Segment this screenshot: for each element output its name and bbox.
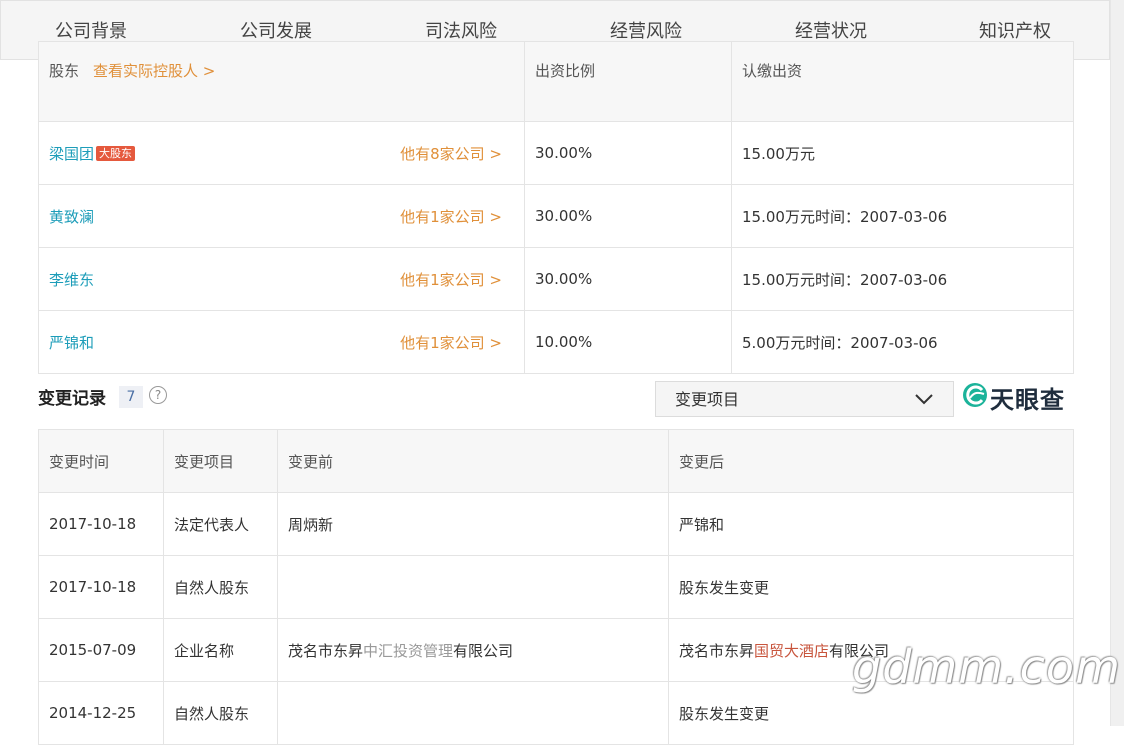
- site-watermark: gdmm.com: [852, 640, 1121, 694]
- amount-cell: 15.00万元时间：2007-03-06: [731, 247, 1074, 311]
- change-item-cell: 自然人股东: [163, 681, 278, 745]
- header-before: 变更前: [277, 429, 669, 493]
- change-item-cell: 企业名称: [163, 618, 278, 682]
- table-row: 李维东 他有1家公司 > 30.00% 15.00万元时间：2007-03-06: [38, 247, 1074, 311]
- header-shareholder-label: 股东: [49, 62, 80, 80]
- after-text-highlight: 国贸大酒店: [754, 641, 830, 660]
- before-text-suffix: 有限公司: [453, 641, 514, 660]
- ratio-cell: 30.00%: [524, 247, 732, 311]
- amount-cell: 15.00万元时间：2007-03-06: [731, 184, 1074, 248]
- view-controller-link[interactable]: 查看实际控股人 >: [93, 62, 215, 80]
- before-text-prefix: 茂名市东昇: [288, 641, 364, 660]
- shareholder-companies-link[interactable]: 他有1家公司 >: [400, 332, 502, 353]
- change-time-cell: 2017-10-18: [38, 492, 164, 556]
- change-time-cell: 2017-10-18: [38, 555, 164, 619]
- table-row: 2017-10-18 自然人股东 股东发生变更: [38, 555, 1074, 619]
- after-cell: 股东发生变更: [668, 555, 1074, 619]
- before-cell: 茂名市东昇中汇投资管理有限公司: [277, 618, 669, 682]
- before-text-highlight: 中汇投资管理: [363, 641, 454, 660]
- header-amount: 认缴出资: [731, 41, 1074, 122]
- table-header-row: 变更时间 变更项目 变更前 变更后: [38, 429, 1074, 493]
- logo-text: 天眼查: [990, 386, 1065, 414]
- change-count-badge: 7: [119, 386, 143, 408]
- help-icon[interactable]: ?: [149, 386, 167, 404]
- shareholder-companies-link[interactable]: 他有1家公司 >: [400, 206, 502, 227]
- select-value: 变更项目: [675, 390, 740, 409]
- table-row: 梁国团 大股东 他有8家公司 > 30.00% 15.00万元: [38, 121, 1074, 185]
- before-cell: [277, 681, 669, 745]
- table-row: 2017-10-18 法定代表人 周炳新 严锦和: [38, 492, 1074, 556]
- shareholder-cell: 李维东 他有1家公司 >: [38, 247, 525, 311]
- shareholder-name-link[interactable]: 李维东: [49, 271, 94, 289]
- before-cell: [277, 555, 669, 619]
- header-change-time: 变更时间: [38, 429, 164, 493]
- change-time-cell: 2015-07-09: [38, 618, 164, 682]
- logo-icon: [963, 383, 987, 407]
- header-change-item: 变更项目: [163, 429, 278, 493]
- table-header-row: 股东 查看实际控股人 > 出资比例 认缴出资: [38, 41, 1074, 122]
- shareholder-cell: 严锦和 他有1家公司 >: [38, 310, 525, 374]
- table-row: 严锦和 他有1家公司 > 10.00% 5.00万元时间：2007-03-06: [38, 310, 1074, 374]
- after-text-prefix: 茂名市东昇: [679, 641, 755, 660]
- change-records-table: 变更时间 变更项目 变更前 变更后 2017-10-18 法定代表人 周炳新 严…: [38, 429, 1074, 745]
- change-item-select[interactable]: 变更项目: [655, 381, 954, 417]
- amount-cell: 5.00万元时间：2007-03-06: [731, 310, 1074, 374]
- shareholder-name-link[interactable]: 严锦和: [49, 334, 94, 352]
- change-time-cell: 2014-12-25: [38, 681, 164, 745]
- before-cell: 周炳新: [277, 492, 669, 556]
- ratio-cell: 30.00%: [524, 184, 732, 248]
- after-cell: 严锦和: [668, 492, 1074, 556]
- change-item-cell: 自然人股东: [163, 555, 278, 619]
- change-records-title: 变更记录: [38, 389, 106, 409]
- chevron-down-icon: [915, 394, 933, 405]
- amount-cell: 15.00万元: [731, 121, 1074, 185]
- change-item-cell: 法定代表人: [163, 492, 278, 556]
- table-row: 黄致澜 他有1家公司 > 30.00% 15.00万元时间：2007-03-06: [38, 184, 1074, 248]
- shareholder-cell: 梁国团 大股东 他有8家公司 >: [38, 121, 525, 185]
- shareholder-companies-link[interactable]: 他有8家公司 >: [400, 143, 502, 164]
- shareholder-name-link[interactable]: 黄致澜: [49, 208, 94, 226]
- header-after: 变更后: [668, 429, 1074, 493]
- major-shareholder-badge: 大股东: [96, 145, 136, 161]
- shareholder-companies-link[interactable]: 他有1家公司 >: [400, 269, 502, 290]
- ratio-cell: 30.00%: [524, 121, 732, 185]
- scrollbar[interactable]: [1110, 0, 1124, 726]
- header-shareholder: 股东 查看实际控股人 >: [38, 41, 525, 122]
- shareholders-table: 股东 查看实际控股人 > 出资比例 认缴出资 梁国团 大股东 他有8家公司 > 30…: [38, 41, 1074, 374]
- header-ratio: 出资比例: [524, 41, 732, 122]
- shareholder-cell: 黄致澜 他有1家公司 >: [38, 184, 525, 248]
- shareholder-name-link[interactable]: 梁国团: [49, 145, 94, 163]
- ratio-cell: 10.00%: [524, 310, 732, 374]
